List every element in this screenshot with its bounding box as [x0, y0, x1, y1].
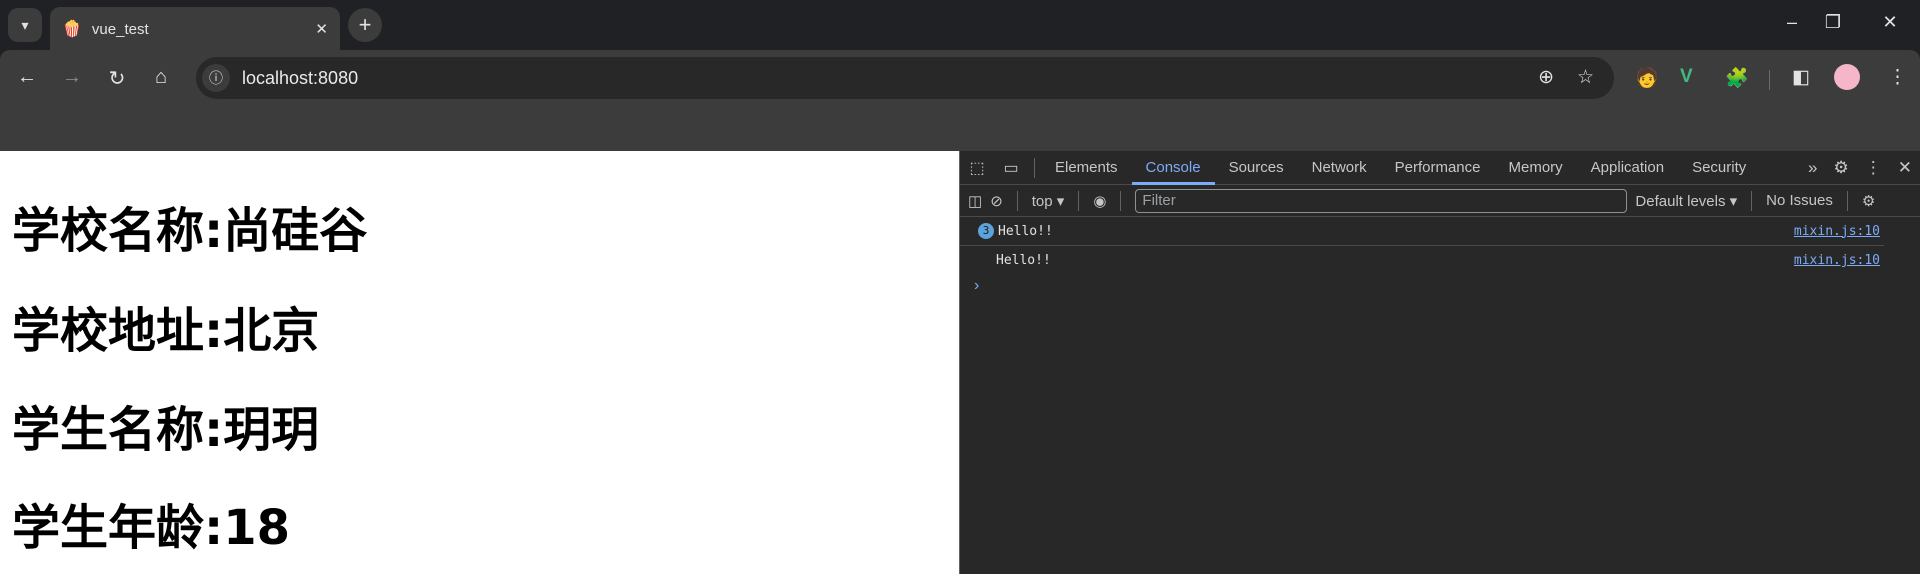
levels-label: Default levels [1635, 192, 1726, 210]
restore-icon[interactable]: ❐ [1813, 12, 1853, 33]
chevron-down-icon: ▾ [21, 16, 29, 33]
minimize-icon[interactable]: – [1772, 12, 1812, 33]
tab-memory[interactable]: Memory [1495, 151, 1577, 185]
browser-toolbar: ← → ↻ ⌂ ⓘ localhost:8080 ⊕ ☆ 🧑 V 🧩 ◧ ⋮ [0, 50, 1920, 151]
divider [1034, 157, 1035, 178]
popcorn-icon: 🍿 [62, 21, 82, 38]
console-message: Hello!! mixin.js:10 [960, 246, 1920, 275]
extensions-puzzle-icon[interactable]: 🧩 [1725, 66, 1749, 90]
school-name: 学校名称:尚硅谷 [12, 203, 368, 259]
tab-close-icon[interactable]: ✕ [315, 20, 328, 38]
menu-kebab-icon[interactable]: ⋮ [1888, 66, 1907, 89]
live-expression-eye-icon[interactable]: ◉ [1093, 192, 1106, 210]
divider [1120, 190, 1122, 211]
message-text: Hello!! [998, 223, 1053, 239]
student-name: 学生名称:玥玥 [12, 402, 320, 458]
console-settings-icon[interactable]: ⚙ [1862, 192, 1875, 210]
source-link[interactable]: mixin.js:10 [1794, 224, 1880, 239]
tab-performance[interactable]: Performance [1381, 151, 1495, 185]
toolbar-divider [1769, 70, 1770, 90]
title-bar: ▾ 🍿 vue_test ✕ + – ❐ ✕ [0, 0, 1920, 51]
tab-application[interactable]: Application [1577, 151, 1678, 185]
tab-security[interactable]: Security [1678, 151, 1760, 185]
settings-gear-icon[interactable]: ⚙ [1834, 158, 1849, 178]
address-text[interactable]: localhost:8080 [242, 68, 358, 89]
more-tabs-icon[interactable]: » [1808, 158, 1817, 178]
profile-avatar[interactable] [1834, 64, 1860, 90]
devtools-tab-bar: ⬚ ▭ Elements Console Sources Network Per… [960, 151, 1920, 185]
zoom-icon[interactable]: ⊕ [1538, 66, 1554, 89]
console-message: 3 Hello!! mixin.js:10 [960, 217, 1884, 246]
extension-avatar-icon[interactable]: 🧑 [1635, 66, 1659, 90]
side-panel-icon[interactable]: ◧ [1792, 66, 1810, 89]
divider [1078, 190, 1080, 211]
home-icon[interactable]: ⌂ [146, 66, 176, 89]
devtools-close-icon[interactable]: ✕ [1898, 158, 1912, 178]
school-address: 学校地址:北京 [12, 303, 320, 359]
device-toolbar-icon[interactable]: ▭ [994, 158, 1028, 178]
divider [1016, 190, 1018, 211]
log-levels-dropdown[interactable]: Default levels ▾ [1635, 192, 1737, 210]
issues-button[interactable]: No Issues [1766, 192, 1833, 209]
context-label: top [1031, 192, 1053, 210]
sidebar-toggle-icon[interactable]: ◫ [968, 192, 982, 210]
message-text: Hello!! [996, 253, 1051, 268]
new-tab-button[interactable]: + [348, 8, 382, 42]
source-link[interactable]: mixin.js:10 [1794, 253, 1880, 268]
student-age: 学生年龄:18 [12, 500, 290, 556]
tab-search-button[interactable]: ▾ [8, 8, 42, 42]
tab-network[interactable]: Network [1298, 151, 1381, 185]
inspect-element-icon[interactable]: ⬚ [960, 158, 994, 178]
context-selector[interactable]: top ▾ [1032, 192, 1065, 210]
bookmark-star-icon[interactable]: ☆ [1577, 66, 1594, 89]
site-info-icon[interactable]: ⓘ [202, 64, 230, 92]
tab-title: vue_test [91, 20, 149, 38]
tab-sources[interactable]: Sources [1215, 151, 1298, 185]
tab-elements[interactable]: Elements [1041, 151, 1132, 185]
tab-console[interactable]: Console [1131, 151, 1215, 185]
page-content: 学校名称:尚硅谷 学校地址:北京 学生名称:玥玥 学生年龄:18 [0, 151, 959, 574]
filter-input[interactable] [1135, 188, 1628, 213]
clear-console-icon[interactable]: ⊘ [990, 192, 1003, 210]
address-bar[interactable]: ⓘ localhost:8080 ⊕ ☆ [196, 57, 1614, 99]
divider [1751, 190, 1753, 211]
devtools-menu-icon[interactable]: ⋮ [1865, 158, 1882, 178]
repeat-count-badge: 3 [978, 223, 994, 239]
console-prompt[interactable]: › [960, 277, 1920, 295]
browser-tab[interactable]: 🍿 vue_test ✕ [50, 7, 340, 51]
devtools-panel: ⬚ ▭ Elements Console Sources Network Per… [959, 151, 1920, 574]
vue-devtools-icon[interactable]: V [1680, 66, 1693, 88]
console-toolbar: ◫ ⊘ top ▾ ◉ Default levels ▾ No Issues ⚙ [960, 185, 1920, 217]
forward-icon[interactable]: → [57, 66, 87, 89]
reload-icon[interactable]: ↻ [102, 66, 132, 91]
back-icon[interactable]: ← [12, 66, 42, 89]
divider [1846, 190, 1848, 211]
window-close-icon[interactable]: ✕ [1870, 12, 1910, 33]
